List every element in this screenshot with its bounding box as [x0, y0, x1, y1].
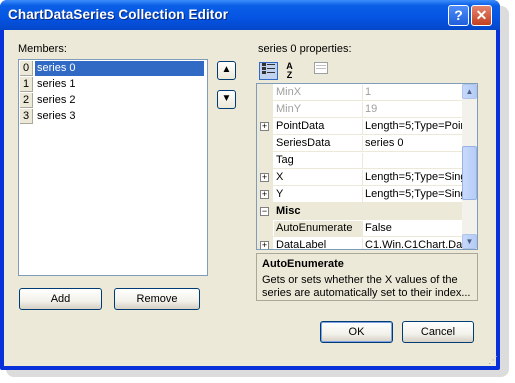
- property-value[interactable]: Length=5;Type=Point: [362, 119, 463, 134]
- property-row[interactable]: Tag: [257, 152, 462, 169]
- member-index: 3: [20, 109, 33, 124]
- property-value[interactable]: C1.Win.C1Chart.DataLabel: [362, 238, 463, 249]
- arrow-up-icon: ▲: [221, 64, 232, 75]
- row-margin: +: [257, 118, 273, 135]
- row-margin: +: [257, 237, 273, 249]
- member-name: series 3: [37, 110, 76, 122]
- row-margin: +: [257, 186, 273, 203]
- property-value: 1: [362, 85, 463, 100]
- member-item[interactable]: 2 series 2: [20, 93, 206, 108]
- dialog-client-area: Members: 0 series 0 1 series 1 2 series …: [4, 30, 498, 366]
- property-name: MinY: [276, 103, 302, 115]
- arrow-down-icon: ▼: [221, 93, 232, 104]
- property-row[interactable]: + X Length=5;Type=Single: [257, 169, 463, 186]
- expand-icon[interactable]: +: [260, 241, 269, 249]
- row-margin: [257, 84, 273, 101]
- property-row[interactable]: + Y Length=5;Type=Single: [257, 186, 463, 203]
- row-margin: [257, 220, 273, 237]
- property-name: X: [276, 171, 284, 183]
- move-up-button[interactable]: ▲: [217, 61, 236, 80]
- property-value[interactable]: Length=5;Type=Single: [362, 170, 463, 185]
- properties-toolbar: AZ: [256, 60, 466, 82]
- property-value[interactable]: [362, 153, 463, 168]
- move-down-button[interactable]: ▼: [217, 90, 236, 109]
- category-row-misc[interactable]: − Misc: [257, 203, 462, 220]
- property-value[interactable]: False: [362, 221, 463, 236]
- row-margin: [257, 135, 273, 152]
- category-name: Misc: [276, 205, 301, 217]
- description-text: Gets or sets whether the X values of the…: [262, 274, 471, 299]
- expand-icon[interactable]: +: [260, 122, 269, 131]
- member-index: 0: [20, 61, 33, 76]
- member-name: series 0: [35, 61, 204, 76]
- alphabetical-icon[interactable]: AZ: [280, 62, 299, 80]
- resize-grip-icon[interactable]: ⋰: [488, 356, 498, 366]
- property-row[interactable]: + PointData Length=5;Type=Point: [257, 118, 463, 135]
- member-name: series 1: [37, 78, 76, 90]
- property-name: Tag: [276, 154, 294, 166]
- property-name: Y: [276, 188, 284, 200]
- scroll-up-icon[interactable]: ▲: [462, 84, 477, 99]
- collapse-icon[interactable]: −: [260, 207, 269, 216]
- members-label: Members:: [18, 43, 67, 55]
- description-title: AutoEnumerate: [262, 258, 344, 270]
- ok-button[interactable]: OK: [320, 321, 393, 343]
- row-margin: [257, 152, 273, 169]
- dialog-window: ChartDataSeries Collection Editor ? ✕ Me…: [0, 0, 500, 370]
- property-row[interactable]: SeriesData series 0: [257, 135, 462, 152]
- property-grid-scrollbar[interactable]: ▲ ▼: [462, 84, 477, 249]
- description-pane: AutoEnumerate Gets or sets whether the X…: [256, 253, 478, 301]
- row-margin: [257, 101, 273, 118]
- remove-button[interactable]: Remove: [114, 288, 200, 310]
- property-name: SeriesData: [276, 137, 331, 149]
- property-row[interactable]: MinY 19: [257, 101, 462, 118]
- add-button[interactable]: Add: [19, 288, 102, 310]
- property-value[interactable]: series 0: [362, 136, 463, 151]
- property-row[interactable]: + DataLabel C1.Win.C1Chart.DataLabel: [257, 237, 463, 250]
- member-index: 2: [20, 93, 33, 108]
- row-margin: +: [257, 169, 273, 186]
- property-name: MinX: [276, 86, 302, 98]
- member-index: 1: [20, 77, 33, 92]
- title-bar[interactable]: ChartDataSeries Collection Editor ? ✕: [0, 0, 500, 30]
- window-title: ChartDataSeries Collection Editor: [8, 7, 229, 22]
- member-item[interactable]: 0 series 0: [20, 61, 206, 76]
- members-list[interactable]: 0 series 0 1 series 1 2 series 2 3 serie…: [18, 59, 208, 276]
- member-name: series 2: [37, 94, 76, 106]
- categorized-icon[interactable]: [259, 62, 278, 80]
- scroll-down-icon[interactable]: ▼: [462, 234, 477, 249]
- expand-icon[interactable]: +: [260, 173, 269, 182]
- member-item[interactable]: 3 series 3: [20, 109, 206, 124]
- property-grid[interactable]: MinX 1 MinY 19 + PointData Length=5;Type…: [256, 83, 478, 250]
- property-value: 19: [362, 102, 463, 117]
- property-name: DataLabel: [276, 239, 327, 250]
- help-button[interactable]: ?: [448, 5, 469, 26]
- properties-label: series 0 properties:: [258, 43, 352, 55]
- member-item[interactable]: 1 series 1: [20, 77, 206, 92]
- property-row[interactable]: MinX 1: [257, 84, 462, 101]
- property-value[interactable]: Length=5;Type=Single: [362, 187, 463, 202]
- property-pages-icon[interactable]: [311, 62, 330, 80]
- cancel-button[interactable]: Cancel: [402, 321, 474, 343]
- close-button[interactable]: ✕: [471, 5, 492, 26]
- expand-icon[interactable]: +: [260, 190, 269, 199]
- property-name: PointData: [276, 120, 325, 132]
- row-margin: −: [257, 203, 273, 220]
- property-name: AutoEnumerate: [274, 221, 362, 236]
- property-row-selected[interactable]: AutoEnumerate False: [257, 220, 462, 237]
- scroll-thumb[interactable]: [462, 146, 477, 200]
